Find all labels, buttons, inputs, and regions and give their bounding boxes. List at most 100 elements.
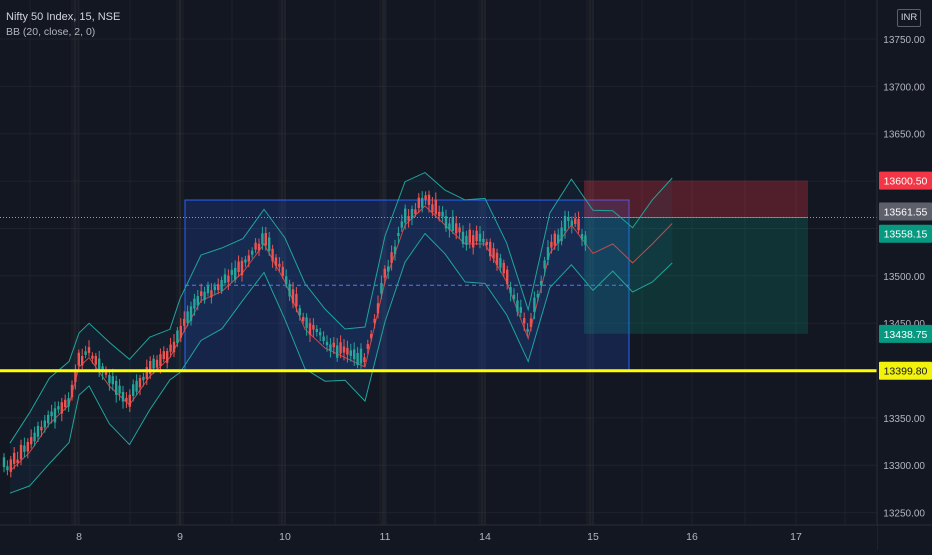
candle-body: [540, 281, 543, 286]
candle-body: [468, 229, 471, 243]
candle-body: [553, 233, 556, 246]
candle-body: [489, 241, 492, 257]
time-axis-bg: [0, 525, 877, 550]
candle-body: [529, 318, 533, 328]
chart-area[interactable]: 13750.00 13700.00 13650.00 13500.00 13350.00…: [0, 0, 932, 550]
legend: Nifty 50 Index, 15, NSE BB (20, close, 2…: [6, 10, 120, 40]
candle-body: [526, 328, 529, 332]
candle-body: [33, 432, 36, 442]
price-label-value: 13558.15: [884, 229, 928, 241]
candle-body: [74, 370, 77, 383]
candle-body: [67, 398, 70, 407]
candle-body: [557, 234, 560, 244]
candle-body: [363, 357, 366, 363]
candle-body: [2, 457, 6, 468]
candle-body: [125, 397, 128, 402]
candle-body: [390, 252, 393, 264]
candle-body: [77, 352, 80, 366]
candle-body: [302, 317, 305, 322]
candle-body: [9, 459, 12, 472]
candle-body: [312, 324, 315, 330]
symbol-title[interactable]: Nifty 50 Index, 15, NSE: [6, 10, 120, 25]
candle-body: [580, 233, 584, 240]
candle-body: [251, 250, 254, 255]
candle-body: [142, 376, 145, 381]
candle-body: [186, 311, 189, 323]
price-axis[interactable]: 13750.00 13700.00 13650.00 13500.00 13350.00…: [876, 0, 932, 550]
candle-body: [217, 284, 220, 291]
candle-body: [387, 266, 390, 272]
stop-loss-zone[interactable]: [584, 180, 808, 218]
candle-body: [203, 291, 206, 301]
candle-body: [570, 220, 573, 226]
candle-body: [206, 286, 210, 294]
price-tick-label: 13250.00: [883, 509, 925, 520]
candle-body: [536, 293, 539, 298]
price-tick-label: 13500.00: [883, 272, 925, 283]
candle-body: [492, 248, 495, 259]
price-tick-label: 13750.00: [883, 35, 925, 46]
candle-body: [23, 445, 26, 452]
candle-body: [584, 235, 587, 245]
candle-body: [227, 275, 230, 283]
candle-body: [247, 255, 250, 262]
candle-body: [60, 402, 63, 414]
candle-body: [325, 341, 329, 346]
candle-body: [50, 411, 53, 417]
time-tick-label: 16: [686, 531, 698, 543]
candle-body: [115, 380, 118, 395]
price-tick-label: 13700.00: [883, 82, 925, 93]
candle-body: [213, 286, 216, 291]
candle-body: [563, 216, 567, 231]
candle-body: [349, 350, 352, 356]
time-axis[interactable]: 8 9 10 11 14 15 16 17: [0, 524, 932, 550]
candle-body: [421, 197, 424, 208]
candle-body: [155, 359, 159, 368]
candle-body: [400, 221, 403, 228]
candle-body: [108, 374, 111, 384]
candle-body: [13, 452, 16, 464]
candle-body: [237, 261, 240, 272]
candle-body: [193, 298, 196, 309]
candle-body: [172, 341, 176, 353]
candle-body: [274, 257, 278, 266]
candle-body: [393, 246, 397, 255]
candle-body: [506, 269, 509, 285]
candle-body: [268, 237, 271, 251]
candle-body: [397, 232, 400, 237]
candle-body: [189, 306, 193, 321]
candle-body: [295, 293, 298, 307]
candle-body: [336, 345, 339, 358]
candle-body: [315, 328, 318, 333]
candle-body: [523, 318, 526, 324]
candle-body: [431, 204, 434, 213]
currency-button[interactable]: INR: [897, 9, 921, 27]
candle-body: [261, 233, 264, 245]
candle-body: [200, 291, 203, 297]
candle-body: [441, 211, 444, 217]
candle-body: [254, 242, 257, 250]
candle-body: [519, 307, 522, 313]
candle-body: [91, 355, 94, 359]
candle-body: [380, 283, 383, 294]
candle-body: [543, 260, 546, 269]
candle-body: [356, 353, 359, 366]
candle-body: [98, 358, 101, 371]
candle-body: [234, 267, 237, 280]
candle-body: [152, 358, 155, 369]
chart-canvas[interactable]: 13750.00 13700.00 13650.00 13500.00 13350.00…: [0, 0, 932, 550]
candle-body: [560, 227, 563, 242]
candle-body: [84, 351, 87, 355]
candle-body: [482, 238, 485, 243]
candle-body: [281, 266, 284, 276]
candle-body: [36, 425, 40, 437]
candle-body: [475, 230, 478, 242]
candle-body: [162, 351, 165, 360]
candle-body: [26, 441, 29, 452]
candle-body: [244, 259, 247, 263]
indicator-legend[interactable]: BB (20, close, 2, 0): [6, 25, 120, 40]
candle-body: [509, 287, 512, 294]
candle-body: [128, 394, 131, 407]
candle-body: [30, 437, 33, 445]
candle-body: [577, 218, 580, 231]
